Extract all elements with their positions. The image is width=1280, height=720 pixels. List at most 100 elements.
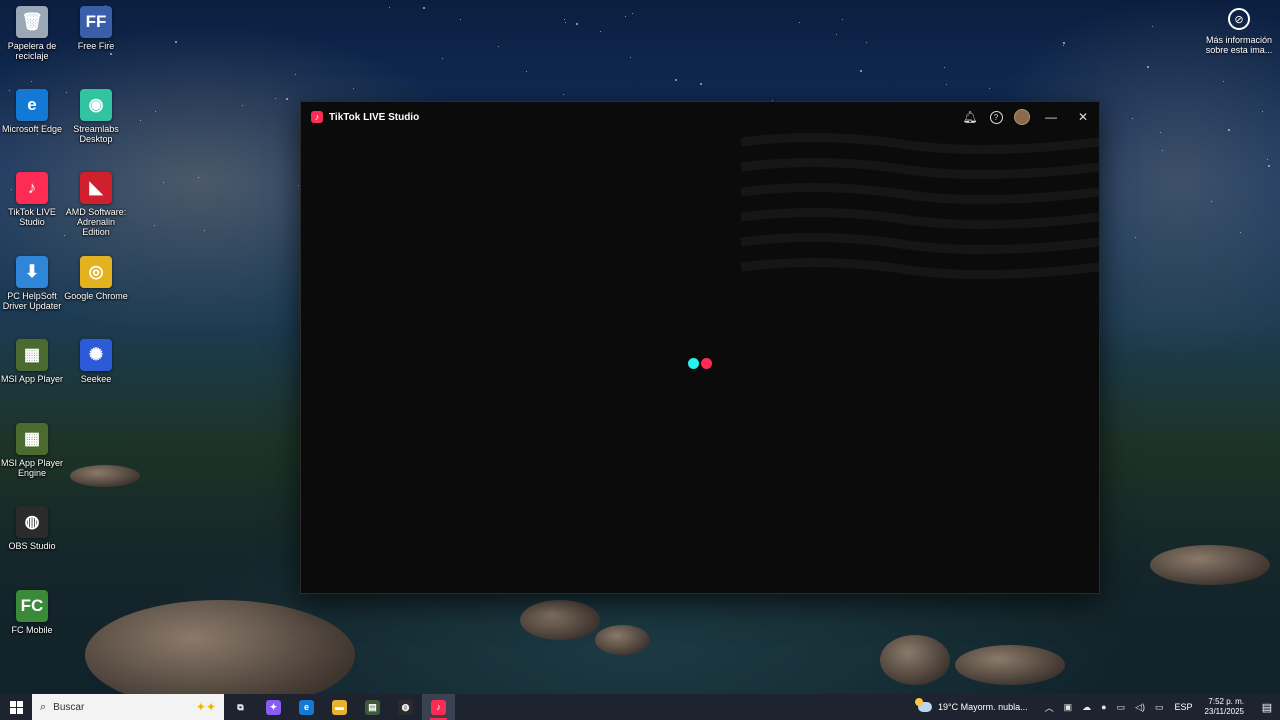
chrome-icon: ◎ bbox=[80, 256, 112, 288]
desktop-icon-edge[interactable]: e Microsoft Edge bbox=[0, 89, 64, 134]
taskbar-apps: ⧉ ✦ e ▬ ▤ ◍ ♪ bbox=[224, 694, 455, 720]
desktop-icon-label: Free Fire bbox=[77, 41, 115, 51]
star bbox=[1261, 111, 1263, 113]
loader-dot-pink bbox=[701, 358, 712, 369]
more-info-label: Más información sobre esta ima... bbox=[1205, 35, 1273, 55]
star bbox=[242, 104, 244, 106]
star bbox=[943, 66, 945, 68]
star bbox=[798, 21, 800, 23]
star bbox=[353, 88, 355, 90]
help-button[interactable]: ? bbox=[983, 102, 1009, 132]
taskbar-search-box[interactable]: ⌕ Buscar ✦✦ bbox=[32, 694, 224, 720]
star bbox=[945, 84, 947, 86]
taskbar-app-obs[interactable]: ◍ bbox=[389, 694, 422, 720]
profile-button[interactable] bbox=[1009, 102, 1035, 132]
taskbar: ⌕ Buscar ✦✦ ⧉ ✦ e ▬ ▤ ◍ ♪ 19°C Mayorm. nubla..… bbox=[0, 694, 1280, 720]
minimize-icon: — bbox=[1045, 110, 1057, 124]
taskbar-app-terminal[interactable]: ▤ bbox=[356, 694, 389, 720]
clock[interactable]: 7:52 p. m. 23/11/2025 bbox=[1205, 697, 1244, 717]
star bbox=[275, 98, 277, 100]
chevron-up-icon[interactable]: ︿ bbox=[1045, 701, 1054, 714]
network-icon[interactable]: ▣ bbox=[1064, 702, 1073, 713]
taskbar-app-task-view[interactable]: ⧉ bbox=[224, 694, 257, 720]
star bbox=[1063, 42, 1066, 45]
close-icon: ✕ bbox=[1077, 110, 1089, 124]
start-button[interactable] bbox=[0, 694, 32, 720]
language-indicator[interactable]: ESP bbox=[1175, 702, 1193, 712]
free-fire-icon: FF bbox=[80, 6, 112, 38]
seekee-icon: ✺ bbox=[80, 339, 112, 371]
obs-icon: ◍ bbox=[398, 699, 413, 715]
star bbox=[139, 119, 141, 121]
star bbox=[989, 87, 991, 89]
display-icon[interactable]: ▭ bbox=[1117, 702, 1126, 713]
star bbox=[37, 134, 39, 136]
desktop-icon-label: TikTok LIVE Studio bbox=[8, 207, 56, 227]
star bbox=[153, 224, 155, 226]
bell-icon: 🔔︎ bbox=[962, 110, 978, 124]
taskbar-app-edge[interactable]: e bbox=[290, 694, 323, 720]
desktop-icon-label: Microsoft Edge bbox=[1, 124, 63, 134]
weather-text[interactable]: 19°C Mayorm. nubla... bbox=[938, 702, 1028, 712]
recycle-bin-icon: 🗑 bbox=[16, 6, 48, 38]
clock-date: 23/11/2025 bbox=[1204, 707, 1244, 716]
star bbox=[285, 97, 288, 100]
close-button[interactable]: ✕ bbox=[1067, 102, 1099, 132]
more-info-button[interactable]: ⊘ Más información sobre esta ima... bbox=[1204, 8, 1274, 55]
star bbox=[629, 57, 631, 59]
notifications-button[interactable]: 🔔︎ bbox=[957, 102, 983, 132]
tiktok-live-icon: ♪ bbox=[431, 699, 446, 715]
minimize-button[interactable]: — bbox=[1035, 102, 1067, 132]
desktop-icon-tiktok-live[interactable]: ♪ TikTok LIVE Studio bbox=[0, 172, 64, 227]
taskbar-app-file-explorer[interactable]: ▬ bbox=[323, 694, 356, 720]
help-icon: ? bbox=[989, 110, 1003, 124]
star bbox=[423, 6, 426, 9]
desktop-icon-chrome[interactable]: ◎ Google Chrome bbox=[64, 256, 128, 301]
rock bbox=[880, 635, 950, 685]
star bbox=[841, 19, 843, 21]
loading-indicator bbox=[688, 358, 712, 369]
window-titlebar[interactable]: ♪ TikTok LIVE Studio 🔔︎ ? — ✕ bbox=[301, 102, 1099, 132]
tiktok-logo-icon: ♪ bbox=[311, 111, 323, 123]
desktop-icon-msi-app-player[interactable]: ▦ MSI App Player bbox=[0, 339, 64, 384]
desktop-icon-seekee[interactable]: ✺ Seekee bbox=[64, 339, 128, 384]
star bbox=[203, 230, 205, 232]
star bbox=[1222, 81, 1224, 83]
star bbox=[562, 94, 564, 96]
star bbox=[1152, 26, 1154, 28]
battery-icon[interactable]: ▭ bbox=[1155, 702, 1164, 713]
streamlabs-icon: ◉ bbox=[80, 89, 112, 121]
desktop-icon-pc-helpsoft[interactable]: ⬇ PC HelpSoft Driver Updater bbox=[0, 256, 64, 311]
search-icon: ⌕ bbox=[40, 700, 47, 713]
desktop-icon-streamlabs[interactable]: ◉ Streamlabs Desktop bbox=[64, 89, 128, 144]
cloud-icon[interactable]: ☁ bbox=[1082, 702, 1091, 713]
desktop-icon-obs[interactable]: ◍ OBS Studio bbox=[0, 506, 64, 551]
microphone-icon[interactable]: ● bbox=[1101, 702, 1106, 712]
desktop-icon-label: MSI App Player Engine bbox=[0, 458, 64, 478]
desktop-icon-amd[interactable]: ◣ AMD Software: Adrenalin Edition bbox=[64, 172, 128, 237]
taskbar-app-tiktok-live[interactable]: ♪ bbox=[422, 694, 455, 720]
desktop-icon-label: PC HelpSoft Driver Updater bbox=[2, 291, 62, 311]
desktop-icon-free-fire[interactable]: FF Free Fire bbox=[64, 6, 128, 51]
star bbox=[497, 45, 499, 47]
desktop-icon-label: MSI App Player bbox=[0, 374, 64, 384]
volume-icon[interactable]: ◁) bbox=[1135, 702, 1145, 713]
tiktok-live-studio-window[interactable]: ♪ TikTok LIVE Studio 🔔︎ ? — ✕ bbox=[300, 101, 1100, 594]
amd-icon: ◣ bbox=[80, 172, 112, 204]
star bbox=[441, 57, 443, 59]
msi-engine-icon: ▦ bbox=[16, 423, 48, 455]
pc-helpsoft-icon: ⬇ bbox=[16, 256, 48, 288]
desktop-icon-fc-mobile[interactable]: FC FC Mobile bbox=[0, 590, 64, 635]
star bbox=[174, 41, 177, 44]
star bbox=[859, 70, 862, 73]
star bbox=[563, 18, 565, 20]
desktop-icon-msi-engine[interactable]: ▦ MSI App Player Engine bbox=[0, 423, 64, 478]
taskbar-app-copilot[interactable]: ✦ bbox=[257, 694, 290, 720]
search-placeholder: Buscar bbox=[53, 701, 85, 713]
notification-center-button[interactable]: ▤ bbox=[1254, 694, 1280, 720]
star bbox=[389, 7, 391, 9]
desktop-icon-label: Papelera de reciclaje bbox=[7, 41, 57, 61]
star bbox=[1267, 158, 1269, 160]
desktop-icon-recycle-bin[interactable]: 🗑 Papelera de reciclaje bbox=[0, 6, 64, 61]
star bbox=[294, 74, 296, 75]
